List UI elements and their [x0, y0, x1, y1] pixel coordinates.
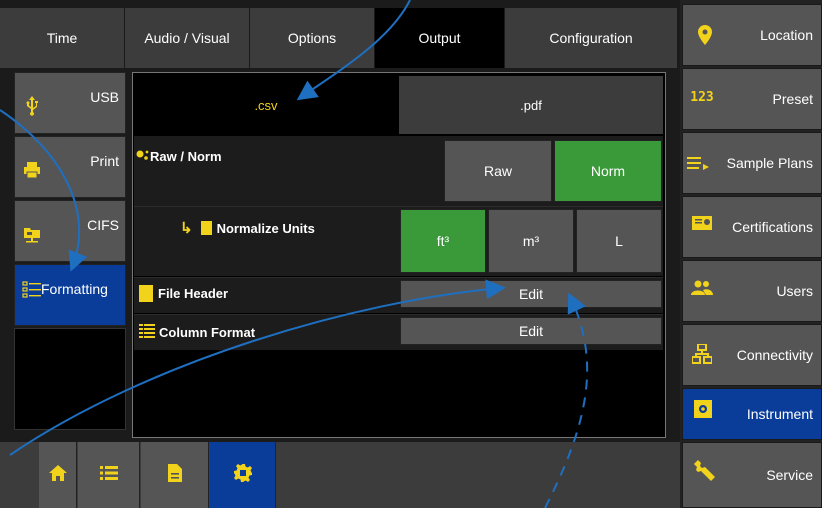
tab-options[interactable]: Options — [250, 8, 375, 68]
left-nav-cifs-label: CIFS — [87, 217, 119, 233]
dots-icon — [136, 149, 150, 163]
raw-button-label: Raw — [483, 163, 512, 179]
unit-ft3-label: ft³ — [436, 233, 450, 249]
tab-pdf[interactable]: .pdf — [399, 76, 663, 134]
sub-arrow-icon: ↳ — [180, 220, 193, 237]
row-raw-norm-label-group: Raw / Norm — [136, 146, 222, 166]
settings-button[interactable] — [210, 442, 276, 508]
unit-l-label: L — [615, 233, 623, 249]
column-format-edit-button[interactable]: Edit — [400, 317, 662, 345]
unit-m3-button[interactable]: m³ — [488, 209, 574, 273]
tab-configuration-label: Configuration — [549, 30, 633, 46]
right-nav-instrument[interactable]: Instrument — [682, 388, 822, 440]
right-nav-sample-plans[interactable]: Sample Plans — [682, 132, 822, 194]
tab-audio-visual-label: Audio / Visual — [144, 30, 230, 46]
format-list-icon — [21, 279, 43, 301]
location-pin-icon — [695, 23, 715, 47]
tab-csv-label: .csv — [254, 97, 278, 113]
file-header-icon — [139, 284, 153, 302]
left-nav-formatting[interactable]: Formatting — [14, 264, 126, 326]
right-nav-location-label: Location — [760, 27, 813, 43]
network-icon — [691, 343, 713, 365]
right-nav-users[interactable]: Users — [682, 260, 822, 322]
norm-button-label: Norm — [590, 163, 626, 179]
right-nav-instrument-label: Instrument — [746, 406, 813, 422]
normalize-units-label: Normalize Units — [216, 220, 315, 236]
right-nav-users-label: Users — [776, 283, 813, 299]
norm-button[interactable]: Norm — [554, 140, 662, 202]
tab-csv[interactable]: .csv — [134, 76, 398, 134]
raw-norm-label: Raw / Norm — [150, 148, 222, 164]
right-nav-service[interactable]: Service — [682, 442, 822, 508]
file-header-label: File Header — [158, 285, 229, 301]
left-nav-usb-label: USB — [90, 89, 119, 105]
certificate-icon — [691, 213, 713, 235]
usb-icon — [21, 95, 43, 117]
right-nav-certifications[interactable]: Certifications — [682, 196, 822, 258]
numbers-icon: 123 — [690, 89, 714, 105]
file-header-label-group: File Header — [139, 283, 228, 303]
unit-ft3-button[interactable]: ft³ — [400, 209, 486, 273]
normalize-units-label-group: ↳ Normalize Units — [180, 218, 315, 238]
network-folder-icon — [21, 223, 43, 245]
list-icon — [99, 465, 118, 486]
raw-button[interactable]: Raw — [444, 140, 552, 202]
right-nav-location[interactable]: Location — [682, 4, 822, 66]
left-nav-empty — [14, 328, 126, 430]
printer-icon — [21, 159, 43, 181]
file-header-edit-button[interactable]: Edit — [400, 280, 662, 308]
column-format-icon — [139, 323, 155, 341]
column-format-label: Column Format — [159, 324, 256, 340]
list-button[interactable] — [78, 442, 140, 508]
tab-options-label: Options — [287, 30, 337, 46]
file-header-edit-label: Edit — [518, 286, 544, 302]
right-nav-preset[interactable]: 123 Preset — [682, 68, 822, 130]
users-icon — [691, 277, 713, 299]
tab-audio-visual[interactable]: Audio / Visual — [125, 8, 250, 68]
instrument-icon — [693, 399, 713, 419]
tab-output[interactable]: Output — [375, 8, 505, 68]
right-nav-connectivity-label: Connectivity — [736, 347, 813, 363]
left-nav-print[interactable]: Print — [14, 136, 126, 198]
tab-time-label: Time — [46, 30, 78, 46]
right-nav-sample-plans-label: Sample Plans — [726, 155, 813, 171]
left-nav-print-label: Print — [90, 153, 119, 169]
unit-l-button[interactable]: L — [576, 209, 662, 273]
left-nav-cifs[interactable]: CIFS — [14, 200, 126, 262]
right-nav-connectivity[interactable]: Connectivity — [682, 324, 822, 386]
gear-icon — [233, 463, 253, 488]
left-nav-usb[interactable]: USB — [14, 72, 126, 134]
right-nav-preset-label: Preset — [772, 91, 813, 107]
tab-output-label: Output — [418, 30, 461, 46]
tab-time[interactable]: Time — [0, 8, 125, 68]
unit-m3-label: m³ — [522, 233, 540, 249]
home-icon — [48, 464, 68, 487]
document-icon — [167, 463, 183, 488]
wrench-icon — [691, 459, 717, 485]
normalize-icon — [200, 221, 212, 235]
right-nav-certifications-label: Certifications — [732, 219, 813, 235]
tab-pdf-label: .pdf — [520, 97, 542, 113]
home-button[interactable] — [39, 442, 77, 508]
column-format-label-group: Column Format — [139, 322, 255, 342]
right-nav-service-label: Service — [766, 467, 813, 483]
left-nav-formatting-label: Formatting — [41, 281, 108, 297]
tab-configuration[interactable]: Configuration — [505, 8, 678, 68]
document-button[interactable] — [141, 442, 209, 508]
column-format-edit-label: Edit — [518, 323, 544, 339]
instrument-screen: Time Audio / Visual Options Output Confi… — [0, 0, 822, 508]
sample-plans-icon — [687, 153, 709, 173]
